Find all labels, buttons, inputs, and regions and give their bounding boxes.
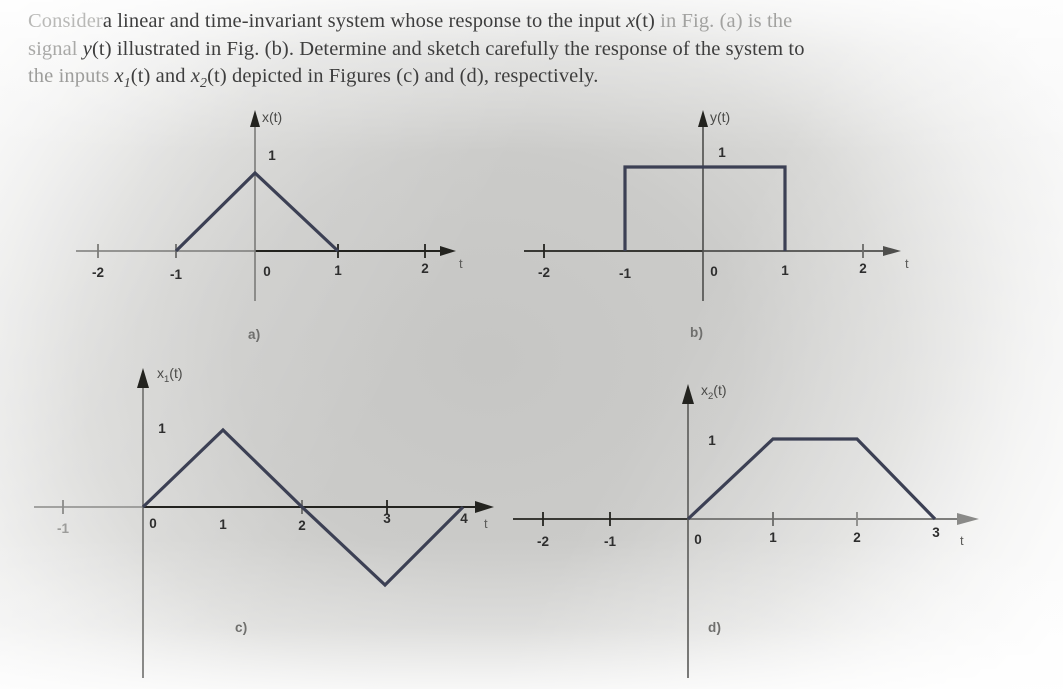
figure-panel-b: -2 -1 0 1 2 1 y(t) t b): [508, 105, 938, 340]
statement-line-3-seg-i: depicted in Figures (c) and (d), respect…: [226, 65, 599, 87]
problem-statement: Considera linear and time-invariant syst…: [28, 8, 1024, 98]
plot-b-caption: b): [690, 325, 704, 340]
figure-panel-c: -1 0 1 2 3 4 1 x1(t) t c): [20, 360, 510, 680]
statement-line-1-seg-e: in Fig. (a) is the: [654, 10, 793, 32]
plot-d-xaxis-label: t: [960, 533, 964, 548]
plot-b-xaxis-arrowhead: [883, 246, 901, 256]
plot-c-value-label: 1: [158, 421, 166, 436]
statement-line-3-var-x2: x: [190, 65, 201, 87]
statement-line-3: the inputs x1(t) and x2(t) depicted in F…: [28, 63, 1024, 98]
figure-panel-a: -2 -1 0 1 2 1 x(t) t a): [60, 105, 480, 342]
plot-b-ticklabel-3: 1: [781, 263, 789, 278]
plot-d-caption: d): [708, 620, 722, 635]
plot-a-xaxis-label: t: [459, 256, 463, 271]
plot-b-ticklabel-0: -2: [538, 265, 550, 280]
plot-c-xaxis-label: t: [484, 516, 488, 531]
plot-c-svg: -1 0 1 2 3 4 1 x1(t) t: [34, 365, 494, 678]
plot-b-yaxis-label: y(t): [710, 109, 730, 125]
plot-b-xaxis-label: t: [905, 256, 909, 271]
plot-a-ticklabel-2: 0: [263, 264, 271, 279]
plot-c-ticklabel-0: -1: [57, 521, 69, 536]
plot-a-yaxis-label: x(t): [262, 109, 282, 125]
plot-b-value-label: 1: [718, 145, 726, 160]
plot-d-ticklabel-0: -2: [537, 534, 549, 549]
figure-page: Considera linear and time-invariant syst…: [0, 0, 1063, 689]
plot-c-ticklabel-5: 4: [460, 511, 468, 526]
plot-c-xaxis-arrowhead: [475, 501, 494, 513]
plot-d-ticklabel-5: 3: [932, 525, 940, 540]
plot-d-value-label: 1: [708, 433, 716, 448]
plot-d-ticklabel-1: -1: [604, 534, 616, 549]
figure-panel-d: -2 -1 0 1 2 3 1 x2(t) t d): [505, 370, 1005, 680]
plot-d-yaxis-label: x2(t): [701, 382, 727, 402]
plot-d-ticklabel-2: 0: [694, 532, 702, 547]
plot-a-ticklabel-0: -2: [92, 265, 104, 280]
plot-d-signal-trace: [686, 437, 937, 521]
statement-line-2-seg-a: signal: [28, 37, 83, 60]
plot-b-ticklabel-4: 2: [859, 261, 867, 276]
plot-d-yaxis-label-base: x: [701, 382, 708, 398]
plot-a-yaxis-arrowhead: [250, 110, 260, 127]
plot-c-caption: c): [235, 620, 248, 635]
plot-c-yaxis-arrowhead: [137, 368, 149, 388]
statement-line-3-arg-2: (t): [207, 65, 227, 87]
plot-d-svg: -2 -1 0 1 2 3 1 x2(t) t: [513, 382, 979, 678]
statement-line-1-seg-b: a linear and time-invariant system whose…: [102, 10, 627, 32]
statement-line-2-seg-d: illustrated in Fig. (b). Determine and s…: [111, 37, 805, 60]
plot-a-ticklabel-1: -1: [170, 267, 182, 282]
plot-a-ticklabel-3: 1: [334, 263, 342, 278]
statement-line-1-var-x: x: [626, 10, 636, 32]
statement-line-3-sub-1: 1: [123, 76, 131, 92]
statement-line-3-seg-a: the inputs: [28, 65, 115, 87]
statement-line-1-seg-a: Consider: [28, 10, 103, 32]
plot-b-svg: -2 -1 0 1 2 1 y(t) t: [524, 109, 909, 301]
statement-line-1-arg: (t): [635, 10, 655, 32]
plot-a-xaxis-arrowhead: [440, 246, 456, 256]
plot-c-yaxis-label-base: x: [157, 365, 164, 381]
plot-b-signal-trace: [623, 165, 787, 251]
plot-c-yaxis-label: x1(t): [157, 365, 183, 385]
plot-a-ticklabel-4: 2: [421, 261, 429, 276]
plot-a-caption: a): [248, 327, 261, 342]
figure-content: Considera linear and time-invariant syst…: [0, 0, 1063, 689]
plot-c-ticklabel-2: 1: [219, 517, 227, 532]
statement-line-3-var-x1: x: [114, 65, 124, 87]
statement-line-2: signal y(t) illustrated in Fig. (b). Det…: [28, 36, 1024, 64]
statement-line-2-arg: (t): [92, 37, 112, 60]
plot-a-signal-trace: [174, 170, 340, 253]
plot-d-ticklabel-4: 2: [853, 530, 861, 545]
plot-a-svg: -2 -1 0 1 2 1 x(t) t: [76, 109, 463, 301]
plot-d-yaxis-arrowhead: [682, 384, 694, 404]
plot-c-ticklabel-1: 0: [149, 516, 157, 531]
statement-line-1: Considera linear and time-invariant syst…: [28, 8, 1024, 36]
plot-a-value-label: 1: [268, 148, 276, 163]
plot-d-ticklabel-3: 1: [769, 530, 777, 545]
statement-line-3-seg-e: and: [150, 65, 191, 87]
plot-d-xaxis-arrowhead: [957, 513, 979, 525]
plot-b-yaxis-arrowhead: [698, 110, 708, 127]
statement-line-2-var-y: y: [82, 37, 92, 60]
statement-line-3-arg-1: (t): [130, 65, 151, 87]
plot-c-ticklabel-3: 2: [298, 518, 306, 533]
plot-b-ticklabel-1: -1: [619, 266, 631, 281]
plot-c-ticklabel-4: 3: [383, 511, 391, 526]
plot-b-ticklabel-2: 0: [710, 264, 718, 279]
